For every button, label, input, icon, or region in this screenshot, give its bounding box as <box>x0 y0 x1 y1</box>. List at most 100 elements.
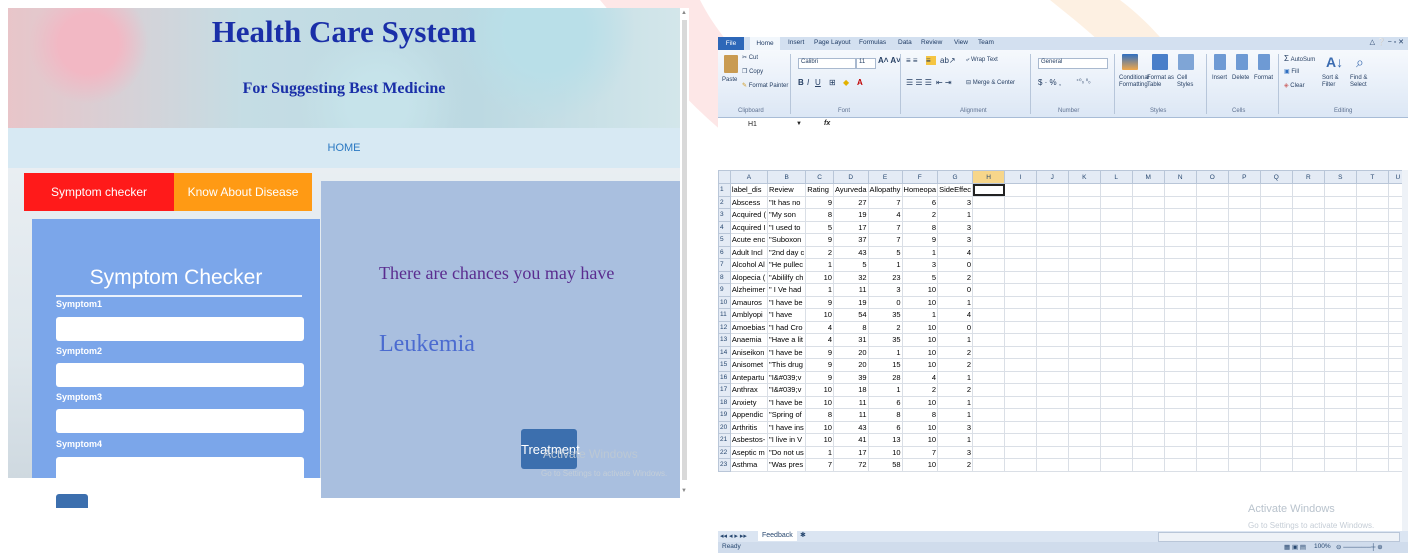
cell[interactable]: "Spring of <box>767 408 807 422</box>
cell[interactable] <box>1195 245 1229 259</box>
cell[interactable] <box>1195 420 1229 434</box>
cell[interactable] <box>1355 233 1389 247</box>
cell[interactable] <box>1035 458 1069 472</box>
name-box-dropdown-icon[interactable]: ▼ <box>796 121 802 127</box>
cell[interactable] <box>1259 458 1293 472</box>
cell[interactable] <box>1163 220 1197 234</box>
cell[interactable] <box>1291 208 1325 222</box>
cell[interactable] <box>1035 320 1069 334</box>
cell[interactable] <box>1004 258 1037 272</box>
cell[interactable] <box>1227 420 1261 434</box>
cell[interactable]: 3 <box>901 258 939 272</box>
cell[interactable]: 35 <box>867 308 903 322</box>
cell[interactable] <box>1163 345 1197 359</box>
cell[interactable]: 5 <box>901 270 939 284</box>
cell[interactable] <box>1195 408 1229 422</box>
cell[interactable]: Review <box>767 183 807 197</box>
cell[interactable]: 8 <box>832 320 869 334</box>
tab-home[interactable]: Home <box>750 37 780 50</box>
cell[interactable] <box>1259 195 1293 209</box>
cell[interactable]: "2nd day c <box>767 245 807 259</box>
column-header[interactable]: S <box>1323 170 1357 184</box>
cell[interactable] <box>1163 195 1197 209</box>
cell[interactable] <box>1067 345 1101 359</box>
cell[interactable] <box>1291 383 1325 397</box>
cell[interactable] <box>1227 233 1261 247</box>
cell[interactable]: Amblyopi <box>729 308 769 322</box>
cell[interactable]: 10 <box>901 358 939 372</box>
cell[interactable] <box>1067 358 1101 372</box>
cell[interactable] <box>1163 308 1197 322</box>
column-header[interactable]: A <box>729 170 769 184</box>
cell[interactable]: Amauros <box>729 295 769 309</box>
cell[interactable] <box>1291 258 1325 272</box>
symptom3-input[interactable] <box>56 409 304 433</box>
scroll-down-icon[interactable]: ▼ <box>681 488 687 494</box>
cell[interactable] <box>1355 270 1389 284</box>
cell[interactable] <box>1227 445 1261 459</box>
align-middle-icon[interactable]: ≡ <box>926 56 936 65</box>
column-header[interactable]: T <box>1355 170 1389 184</box>
cell[interactable] <box>1099 220 1133 234</box>
cell[interactable] <box>1323 395 1357 409</box>
cell[interactable] <box>1163 283 1197 297</box>
row-header[interactable]: 10 <box>718 295 731 309</box>
cell[interactable]: Anaemia <box>729 333 769 347</box>
cell[interactable] <box>1355 208 1389 222</box>
row-header[interactable]: 4 <box>718 220 731 234</box>
row-header[interactable]: 11 <box>718 308 731 322</box>
decimal-icon[interactable]: ⁺⁰₀ ⁰₀ <box>1076 78 1091 85</box>
cell[interactable] <box>1004 408 1037 422</box>
cell[interactable] <box>1227 333 1261 347</box>
tab-team[interactable]: Team <box>978 39 994 46</box>
fx-icon[interactable]: fx <box>824 120 830 127</box>
cell[interactable] <box>1323 295 1357 309</box>
cell[interactable]: 3 <box>937 195 974 209</box>
font-size-select[interactable]: 11 <box>856 58 876 69</box>
cell[interactable] <box>1004 383 1037 397</box>
cell[interactable] <box>1259 295 1293 309</box>
row-header[interactable]: 1 <box>718 183 731 197</box>
cell[interactable] <box>1035 220 1069 234</box>
cell[interactable] <box>1099 208 1133 222</box>
format-painter-button[interactable]: ✎ Format Painter <box>742 82 788 89</box>
row-header[interactable]: 20 <box>718 420 731 434</box>
cell[interactable] <box>972 370 1006 384</box>
cell[interactable] <box>1067 383 1101 397</box>
italic-button[interactable]: I <box>807 78 809 87</box>
cell[interactable] <box>1099 420 1133 434</box>
column-header[interactable]: N <box>1163 170 1197 184</box>
cell[interactable] <box>1259 445 1293 459</box>
cell[interactable] <box>1291 458 1325 472</box>
cell[interactable]: 43 <box>832 245 869 259</box>
cell[interactable]: 4 <box>937 308 974 322</box>
new-sheet-icon[interactable]: ✱ <box>800 531 806 539</box>
cell[interactable] <box>1131 458 1165 472</box>
cell[interactable]: 10 <box>901 345 939 359</box>
cell[interactable] <box>1259 208 1293 222</box>
cell[interactable]: 11 <box>832 283 869 297</box>
cell[interactable] <box>1131 420 1165 434</box>
cell[interactable] <box>1131 408 1165 422</box>
orientation-icon[interactable]: ab↗ <box>940 56 956 65</box>
cell[interactable]: 35 <box>867 333 903 347</box>
cell[interactable] <box>1195 183 1229 197</box>
cell[interactable] <box>1131 270 1165 284</box>
cell[interactable]: 1 <box>805 258 834 272</box>
row-header[interactable]: 19 <box>718 408 731 422</box>
row-header[interactable]: 15 <box>718 358 731 372</box>
cell[interactable]: 13 <box>867 433 903 447</box>
cell[interactable] <box>1195 220 1229 234</box>
find-select-icon[interactable]: ⌕ <box>1356 54 1364 71</box>
cell[interactable] <box>1323 183 1357 197</box>
row-header[interactable]: 22 <box>718 445 731 459</box>
cell[interactable] <box>1323 270 1357 284</box>
cell[interactable]: 10 <box>901 420 939 434</box>
cell[interactable]: 9 <box>805 195 834 209</box>
fill-button[interactable]: ▣ Fill <box>1284 68 1299 75</box>
tab-symptom-checker[interactable]: Symptom checker <box>24 173 174 211</box>
format-cells-icon[interactable] <box>1258 54 1270 70</box>
cell[interactable]: Alcohol Al <box>729 258 769 272</box>
cell[interactable]: 9 <box>805 358 834 372</box>
cell[interactable]: Adult Incl <box>729 245 769 259</box>
